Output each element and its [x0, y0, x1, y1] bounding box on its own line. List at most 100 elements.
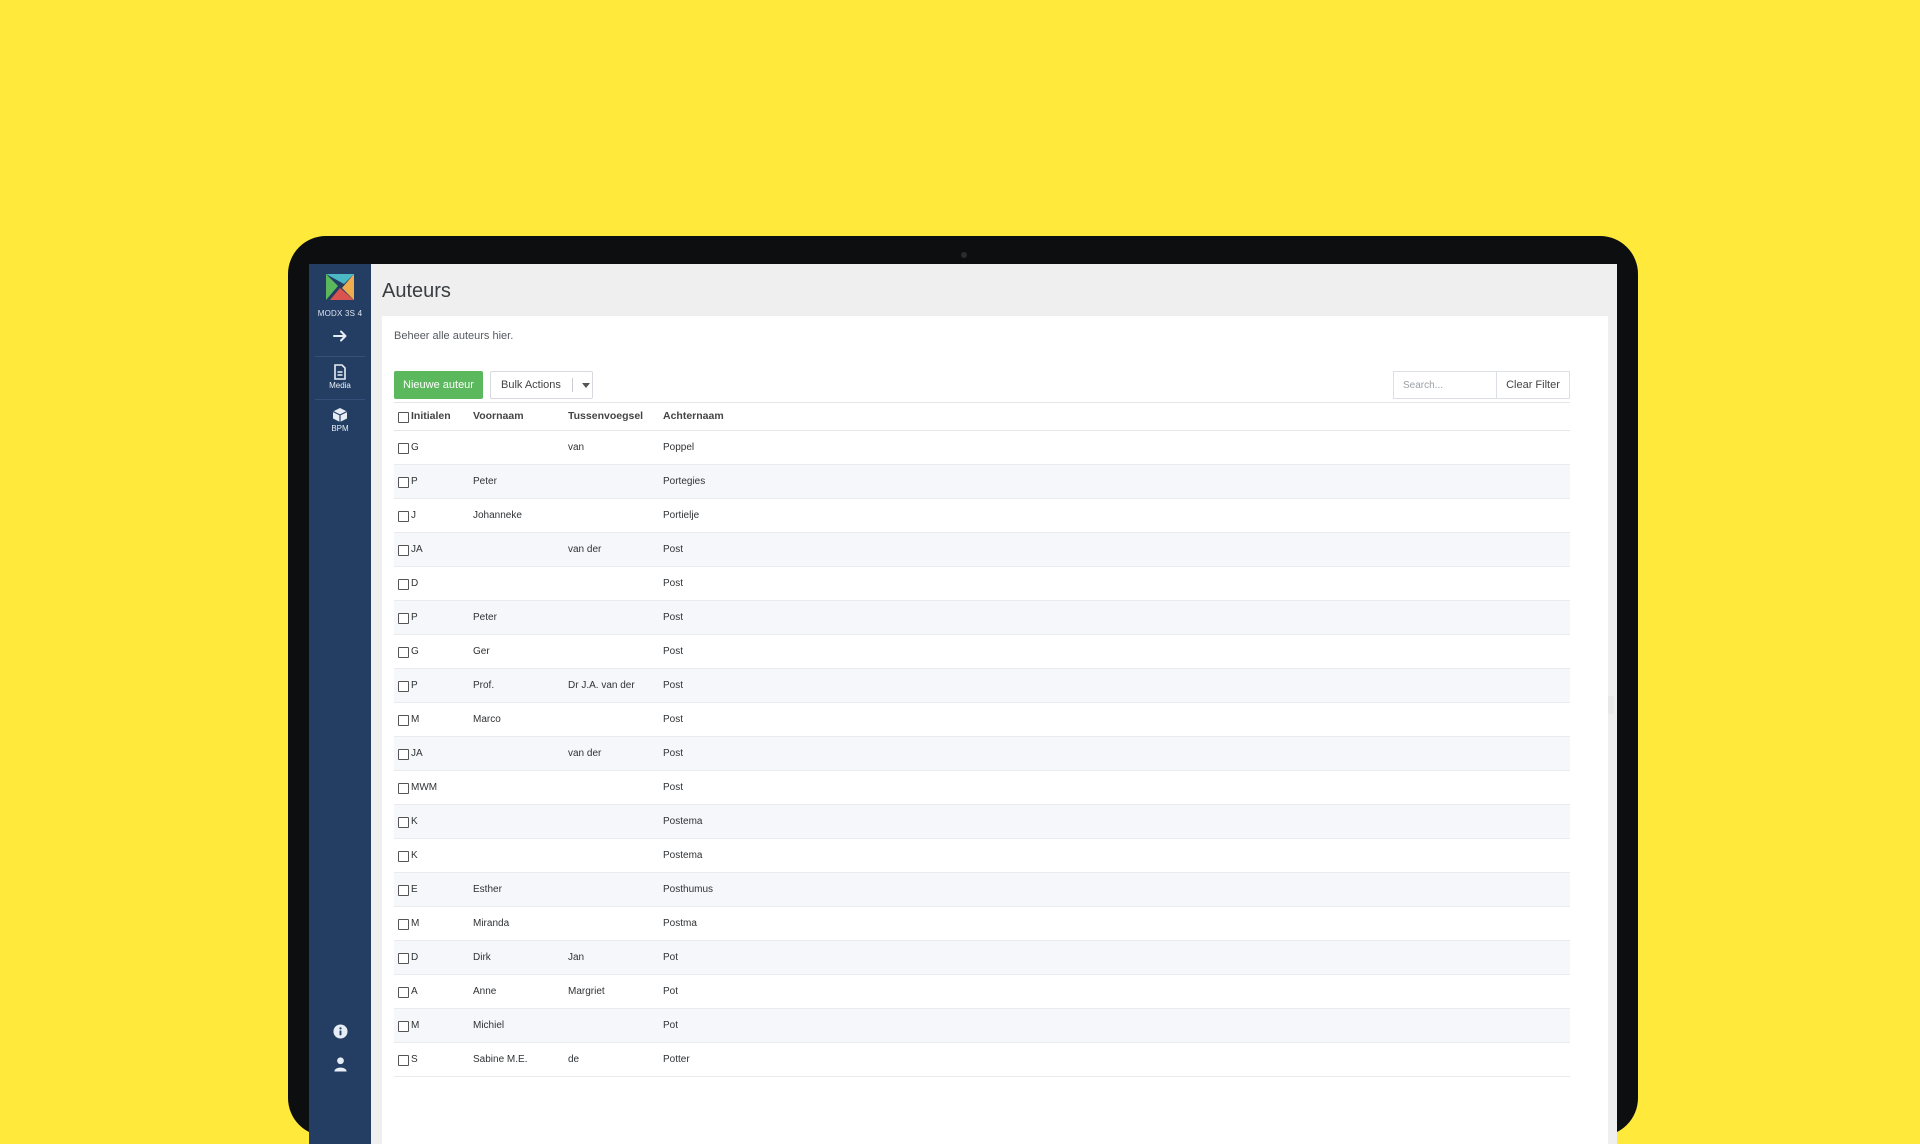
app-screen: MODX 3S 4 Media BPM Auteurs Beheer alle …	[309, 264, 1617, 1144]
arrow-right-icon	[333, 330, 347, 342]
sidebar-item-label: Media	[329, 381, 351, 390]
select-all-checkbox[interactable]	[398, 411, 409, 423]
sidebar: MODX 3S 4 Media BPM	[309, 264, 371, 1144]
cell-voornaam: Johanneke	[473, 509, 522, 521]
row-checkbox[interactable]	[398, 612, 409, 624]
row-checkbox[interactable]	[398, 782, 409, 794]
row-checkbox[interactable]	[398, 952, 409, 964]
cell-voornaam: Esther	[473, 883, 502, 895]
sidebar-item-bpm[interactable]: BPM	[309, 407, 371, 433]
cell-achternaam: Pot	[663, 1019, 679, 1031]
clear-filter-button[interactable]: Clear Filter	[1496, 371, 1570, 399]
cell-achternaam: Posthumus	[663, 883, 714, 895]
row-checkbox[interactable]	[398, 714, 409, 726]
cell-initialen: MWM	[411, 781, 438, 793]
row-checkbox[interactable]	[398, 544, 409, 556]
cell-achternaam: Postma	[663, 917, 697, 929]
camera-dot	[961, 252, 967, 258]
table-row[interactable]: JA van der Post	[394, 737, 1570, 771]
table-row[interactable]: MWM Post	[394, 771, 1570, 805]
cell-tussenvoegsel: Dr J.A. van der	[568, 679, 635, 691]
row-checkbox[interactable]	[398, 680, 409, 692]
column-header-voornaam[interactable]: Voornaam	[473, 403, 524, 430]
table-row[interactable]: D Dirk Jan Pot	[394, 941, 1570, 975]
cell-achternaam: Potter	[663, 1053, 690, 1065]
modx-logo[interactable]	[324, 272, 356, 302]
table-row[interactable]: S Sabine M.E. de Potter	[394, 1043, 1570, 1077]
row-checkbox[interactable]	[398, 850, 409, 862]
cell-initialen: J	[411, 509, 416, 521]
table-row[interactable]: D Post	[394, 567, 1570, 601]
table-row[interactable]: A Anne Margriet Pot	[394, 975, 1570, 1009]
row-checkbox[interactable]	[398, 986, 409, 998]
sidebar-item-media[interactable]: Media	[309, 364, 371, 390]
scrollbar[interactable]	[1608, 696, 1614, 714]
table-row[interactable]: M Marco Post	[394, 703, 1570, 737]
row-checkbox[interactable]	[398, 578, 409, 590]
sidebar-toggle-button[interactable]	[309, 328, 371, 344]
row-checkbox[interactable]	[398, 476, 409, 488]
table-row[interactable]: E Esther Posthumus	[394, 873, 1570, 907]
cell-initialen: S	[411, 1053, 418, 1065]
row-checkbox[interactable]	[398, 748, 409, 760]
table-row[interactable]: K Postema	[394, 805, 1570, 839]
page-title: Auteurs	[382, 280, 451, 302]
row-checkbox[interactable]	[398, 918, 409, 930]
cell-initialen: JA	[411, 543, 423, 555]
new-author-button[interactable]: Nieuwe auteur	[394, 371, 483, 399]
cell-initialen: M	[411, 713, 420, 725]
table-row[interactable]: P Peter Post	[394, 601, 1570, 635]
cell-achternaam: Post	[663, 679, 684, 691]
cell-achternaam: Post	[663, 781, 684, 793]
table-row[interactable]: P Prof. Dr J.A. van der Post	[394, 669, 1570, 703]
info-button[interactable]	[309, 1024, 371, 1039]
cell-tussenvoegsel: van der	[568, 747, 602, 759]
column-header-initialen[interactable]: Initialen	[411, 403, 451, 430]
table-row[interactable]: P Peter Portegies	[394, 465, 1570, 499]
user-button[interactable]	[309, 1056, 371, 1072]
chevron-down-icon[interactable]	[581, 382, 590, 388]
column-header-tussenvoegsel[interactable]: Tussenvoegsel	[568, 403, 643, 430]
cell-achternaam: Pot	[663, 951, 679, 963]
package-icon	[332, 408, 348, 422]
table-row[interactable]: G Ger Post	[394, 635, 1570, 669]
cell-voornaam: Prof.	[473, 679, 495, 691]
cell-achternaam: Portegies	[663, 475, 706, 487]
cell-voornaam: Miranda	[473, 917, 510, 929]
column-header-achternaam[interactable]: Achternaam	[663, 403, 724, 430]
cell-achternaam: Post	[663, 577, 684, 589]
row-checkbox[interactable]	[398, 646, 409, 658]
cell-voornaam: Anne	[473, 985, 497, 997]
cell-achternaam: Post	[663, 543, 684, 555]
cell-tussenvoegsel: Jan	[568, 951, 585, 963]
cell-voornaam: Peter	[473, 611, 497, 623]
cell-achternaam: Pot	[663, 985, 679, 997]
file-icon	[334, 364, 346, 380]
table-row[interactable]: K Postema	[394, 839, 1570, 873]
table-row[interactable]: JA van der Post	[394, 533, 1570, 567]
cell-initialen: K	[411, 815, 418, 827]
table-row[interactable]: M Miranda Postma	[394, 907, 1570, 941]
cell-voornaam: Michiel	[473, 1019, 505, 1031]
cell-achternaam: Post	[663, 713, 684, 725]
row-checkbox[interactable]	[398, 884, 409, 896]
search-input[interactable]	[1393, 371, 1497, 399]
row-checkbox[interactable]	[398, 816, 409, 828]
cell-achternaam: Portielje	[663, 509, 700, 521]
row-checkbox[interactable]	[398, 510, 409, 522]
row-checkbox[interactable]	[398, 1020, 409, 1032]
table-row[interactable]: M Michiel Pot	[394, 1009, 1570, 1043]
row-checkbox[interactable]	[398, 1054, 409, 1066]
cell-voornaam: Sabine M.E.	[473, 1053, 528, 1065]
row-checkbox[interactable]	[398, 442, 409, 454]
page-description: Beheer alle auteurs hier.	[394, 330, 514, 342]
cell-tussenvoegsel: van der	[568, 543, 602, 555]
laptop-frame: MODX 3S 4 Media BPM Auteurs Beheer alle …	[288, 236, 1638, 1144]
bulk-actions-label: Bulk Actions	[501, 379, 561, 391]
table-row[interactable]: J Johanneke Portielje	[394, 499, 1570, 533]
cell-initialen: E	[411, 883, 418, 895]
table-row[interactable]: G van Poppel	[394, 431, 1570, 465]
cell-initialen: JA	[411, 747, 423, 759]
authors-table: Initialen Voornaam Tussenvoegsel Achtern…	[394, 402, 1570, 1077]
bulk-actions-button[interactable]: Bulk Actions	[490, 371, 593, 399]
